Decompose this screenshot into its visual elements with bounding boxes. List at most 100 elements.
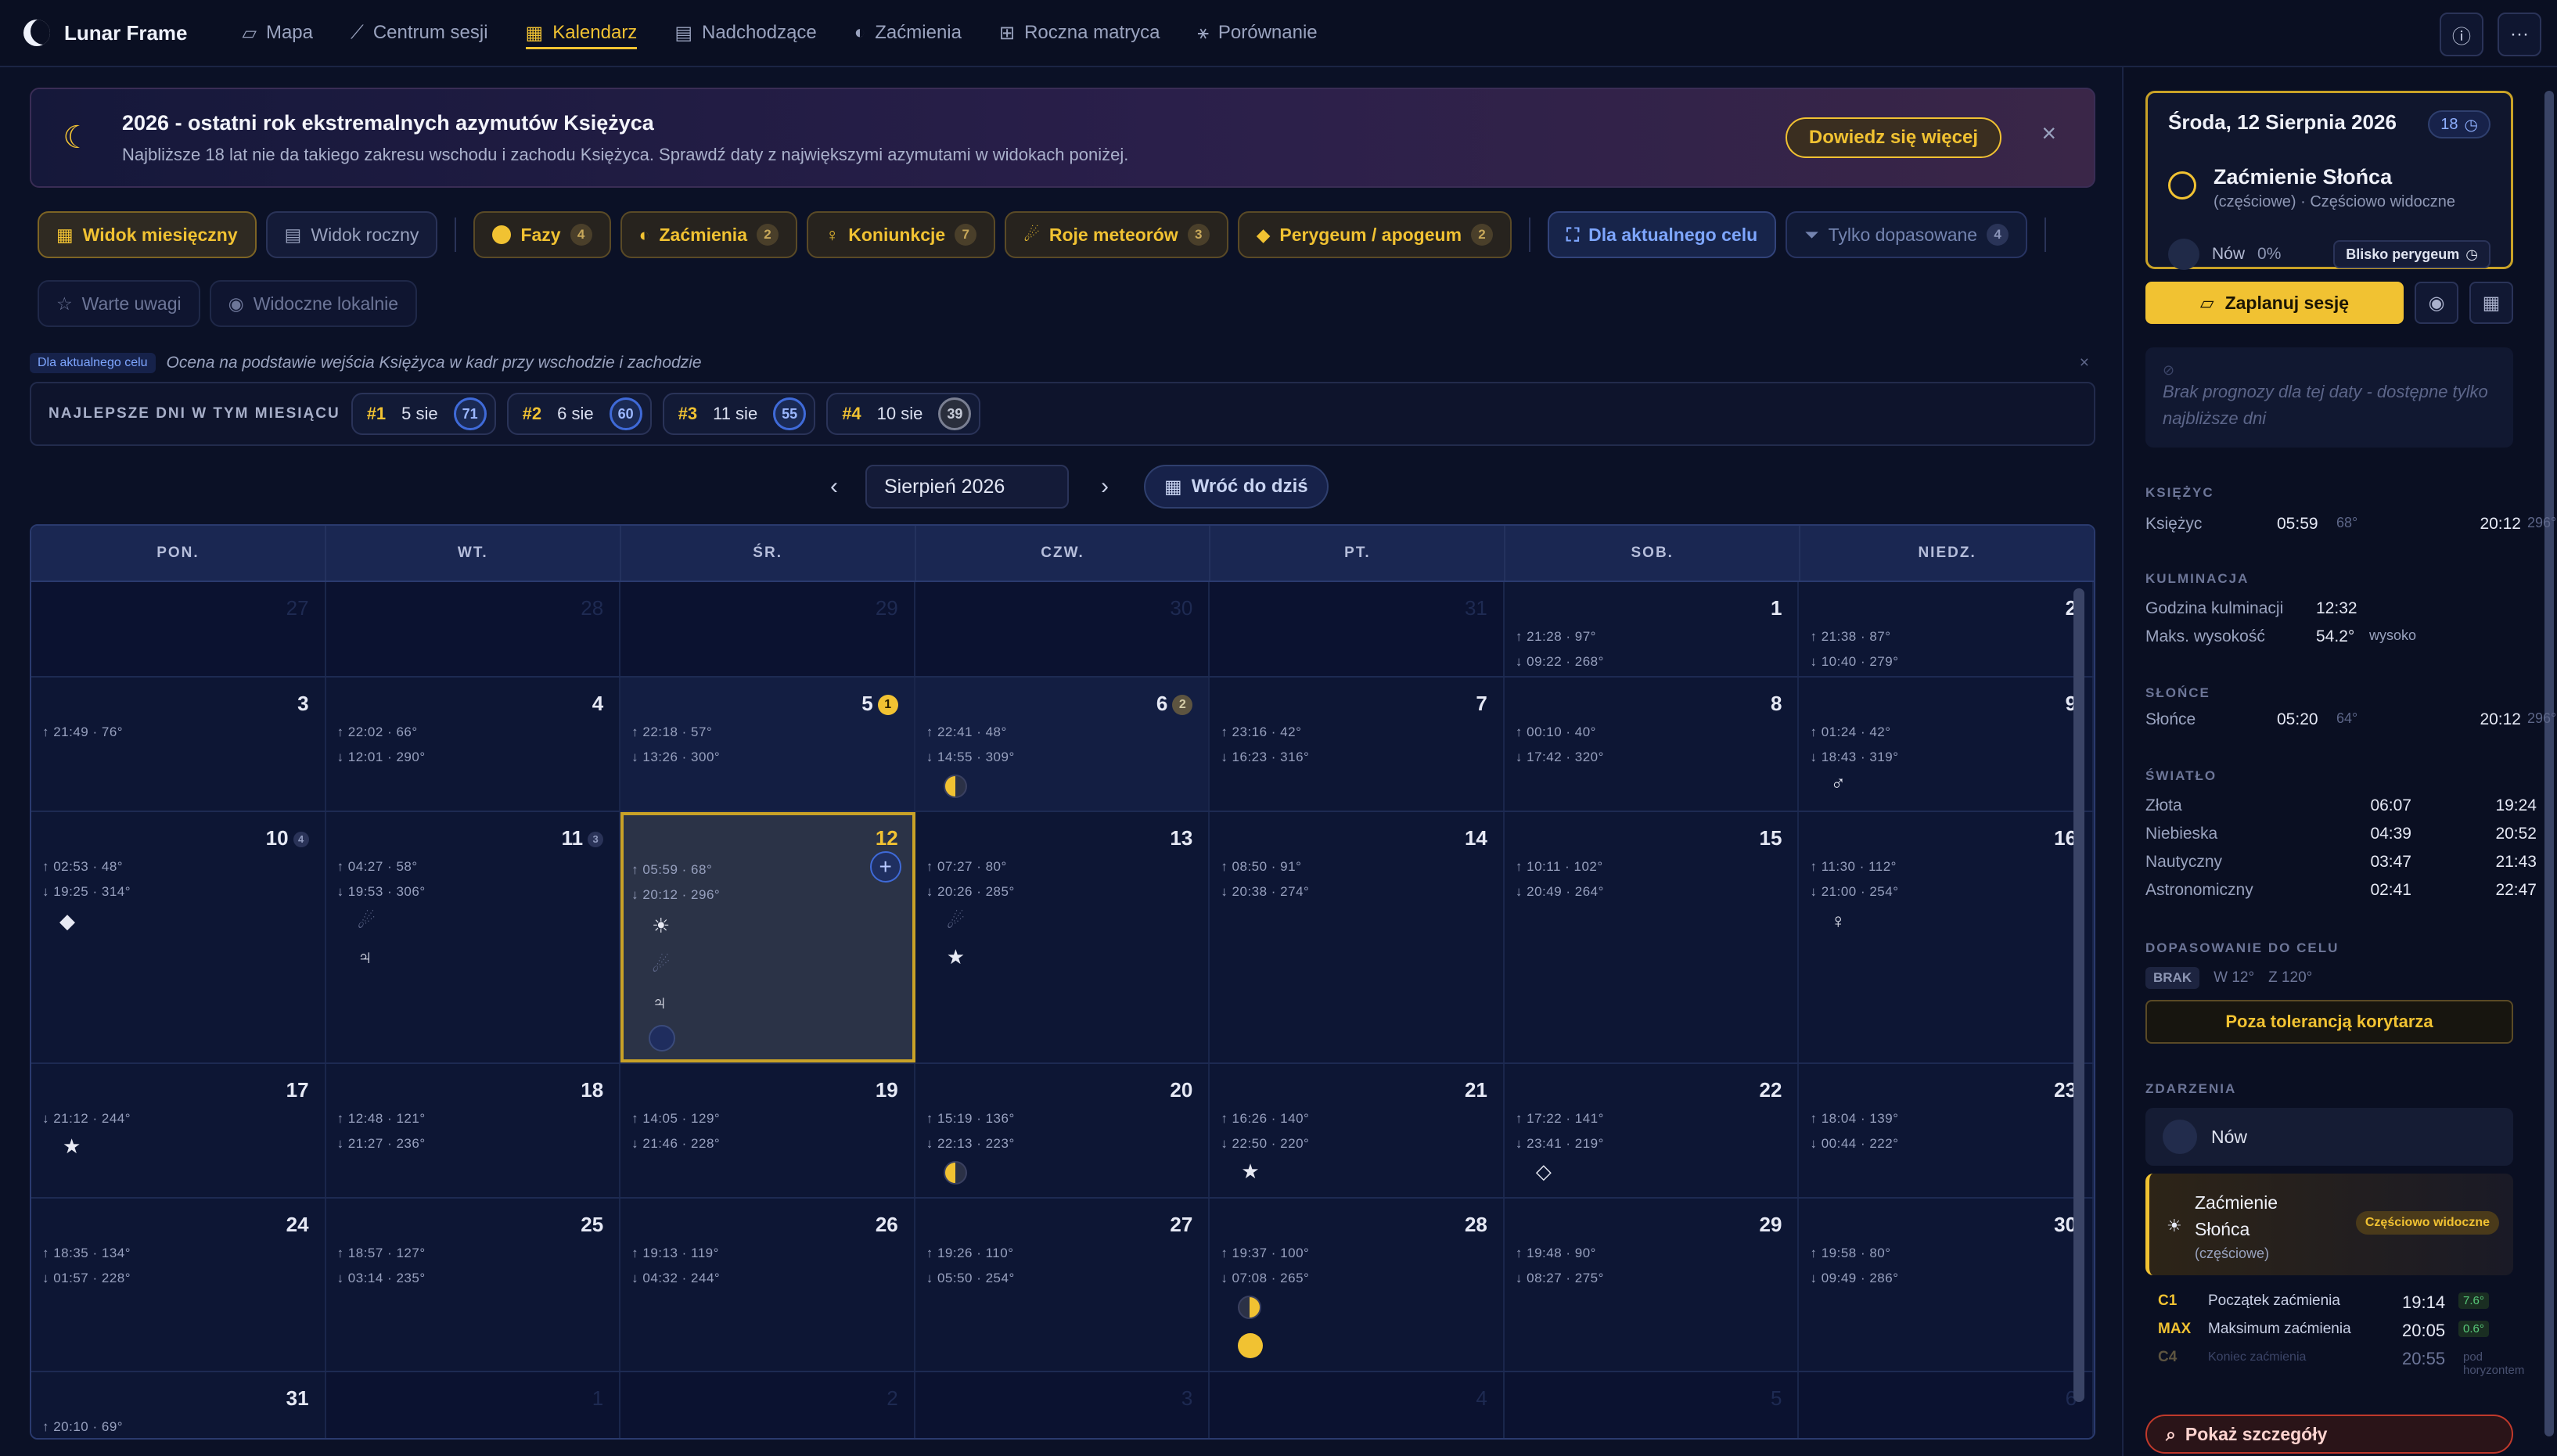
day-cell-outside: 2 — [620, 1372, 915, 1438]
add-event-button[interactable]: + — [869, 851, 901, 883]
day-cell[interactable]: 31 ↑ 20:10 · 69° — [31, 1372, 326, 1438]
day-cell[interactable]: 26 ↑ 19:13 · 119° ↓ 04:32 · 244° — [620, 1199, 915, 1371]
filter-phases[interactable]: Fazy 4 — [473, 211, 611, 258]
prev-month-icon[interactable]: ‹ — [818, 473, 850, 500]
close-context-icon[interactable]: × — [2080, 354, 2089, 372]
moonset-text: ↓ 22:13 · 223° — [926, 1136, 1015, 1151]
day-cell-selected[interactable]: 12 + ↑ 05:59 · 68° ↓ 20:12 · 296° ☀ ☄ ♃ — [620, 812, 915, 1062]
moon-times-row: Księżyc 05:59 68° 20:12 296° — [2145, 515, 2557, 533]
moonrise-text: ↑ 14:05 · 129° — [631, 1111, 721, 1126]
learn-more-button[interactable]: Dowiedz się więcej — [1785, 117, 2001, 158]
close-banner-icon[interactable]: × — [2041, 119, 2056, 148]
moon-phase-row: Nów 0% — [2168, 239, 2281, 270]
day-cell[interactable]: 20 ↑ 15:19 · 136° ↓ 22:13 · 223° — [915, 1064, 1210, 1197]
day-cell[interactable]: 3 ↑ 21:49 · 76° — [31, 678, 326, 811]
worth-attention-toggle[interactable]: ☆ Warte uwagi — [38, 280, 200, 327]
monthly-view-toggle[interactable]: ▦ Widok miesięczny — [38, 211, 257, 258]
moonrise-text: ↑ 16:26 · 140° — [1221, 1111, 1310, 1126]
filter-eclipses[interactable]: ◐ Zaćmienia 2 — [620, 211, 797, 258]
day-cell[interactable]: 18 ↑ 12:48 · 121° ↓ 21:27 · 236° — [325, 1064, 621, 1197]
day-cell[interactable]: 15 ↑ 10:11 · 102° ↓ 20:49 · 264° — [1504, 812, 1800, 1062]
event-solar-eclipse[interactable]: ☀ Zaćmienie Słońca (częściowe) Częściowo… — [2145, 1174, 2513, 1275]
calendar-week: 10 4 ↑ 02:53 · 48° ↓ 19:25 · 314° ◆ 11 3 ↑ 04:… — [31, 812, 2094, 1064]
day-cell[interactable]: 5 1 ↑ 22:18 · 57° ↓ 13:26 · 300° — [620, 678, 915, 811]
search-icon: ⌕ — [2166, 1423, 2176, 1444]
day-cell[interactable]: 6 2 ↑ 22:41 · 48° ↓ 14:55 · 309° — [915, 678, 1210, 811]
brand[interactable]: Lunar Frame — [23, 20, 188, 46]
culmination-time-row: Godzina kulminacji 12:32 — [2145, 599, 2357, 617]
best-day-chip[interactable]: #2 6 sie 60 — [506, 393, 652, 435]
day-cell[interactable]: 11 3 ↑ 04:27 · 58° ↓ 19:53 · 306° ☄ ♃ — [325, 812, 621, 1062]
next-month-icon[interactable]: › — [1089, 473, 1120, 500]
day-cell[interactable]: 7 ↑ 23:16 · 42° ↓ 16:23 · 316° — [1210, 678, 1505, 811]
best-day-chip[interactable]: #1 5 sie 71 — [351, 393, 496, 435]
day-cell[interactable]: 2 ↑ 21:38 · 87° ↓ 10:40 · 279° — [1799, 582, 2094, 676]
calendar-scrollbar[interactable] — [2073, 588, 2084, 1402]
day-cell[interactable]: 13 ↑ 07:27 · 80° ↓ 20:26 · 285° ☄ ★ — [915, 812, 1210, 1062]
moonset-text: ↓ 17:42 · 320° — [1515, 750, 1604, 764]
score-badge: 71 — [453, 397, 487, 430]
moonset-text: ↓ 18:43 · 319° — [1810, 750, 1899, 764]
locally-visible-toggle[interactable]: ◉ Widoczne lokalnie — [209, 280, 418, 327]
moonrise-text: ↑ 19:26 · 110° — [926, 1246, 1014, 1260]
current-target-toggle[interactable]: ⛶ Dla aktualnego celu — [1548, 211, 1777, 258]
best-day-chip[interactable]: #3 11 sie 55 — [662, 393, 816, 435]
day-cell[interactable]: 21 ↑ 16:26 · 140° ↓ 22:50 · 220° ★ — [1210, 1064, 1505, 1197]
outside-corridor-button[interactable]: Poza tolerancją korytarza — [2145, 1000, 2513, 1044]
nav-year-matrix[interactable]: ⊞ Roczna matryca — [999, 0, 1160, 67]
moonset-text: ↓ 22:50 · 220° — [1221, 1136, 1310, 1151]
day-cell[interactable]: 8 ↑ 00:10 · 40° ↓ 17:42 · 320° — [1504, 678, 1800, 811]
nav-calendar[interactable]: ▦ Kalendarz — [525, 0, 637, 67]
day-cell[interactable]: 10 4 ↑ 02:53 · 48° ↓ 19:25 · 314° ◆ — [31, 812, 326, 1062]
panel-scrollbar[interactable] — [2544, 91, 2554, 1436]
day-cell[interactable]: 27 ↑ 19:26 · 110° ↓ 05:50 · 254° — [915, 1199, 1210, 1371]
moonrise-text: ↑ 21:49 · 76° — [42, 724, 124, 739]
visibility-button[interactable]: ◉ — [2415, 282, 2458, 324]
day-cell[interactable]: 30 ↑ 19:58 · 80° ↓ 09:49 · 286° — [1799, 1199, 2094, 1371]
calendar-week: 3 ↑ 21:49 · 76° 4 ↑ 22:02 · 66° ↓ 12:01 · 2… — [31, 678, 2094, 812]
month-select[interactable]: Sierpień 2026 — [865, 465, 1069, 509]
help-button[interactable]: ⓘ — [2440, 13, 2483, 56]
filter-conjunctions[interactable]: ♀ Koniunkcje 7 — [806, 211, 996, 258]
astronomical-twilight-row: Astronomiczny 02:41 22:47 — [2145, 881, 2537, 899]
day-cell[interactable]: 16 ↑ 11:30 · 112° ↓ 21:00 · 254° ♀ — [1799, 812, 2094, 1062]
back-to-today-button[interactable]: ▦ Wróć do dziś — [1144, 465, 1329, 509]
app-name: Lunar Frame — [64, 20, 188, 45]
blue-hour-row: Niebieska 04:39 20:52 — [2145, 825, 2537, 843]
day-cell[interactable]: 24 ↑ 18:35 · 134° ↓ 01:57 · 228° — [31, 1199, 326, 1371]
moonrise-text: ↑ 18:35 · 134° — [42, 1246, 131, 1260]
filter-meteor-showers[interactable]: ☄ Roje meteorów 3 — [1005, 211, 1228, 258]
nav-session-center[interactable]: ⟋ Centrum sesji — [351, 0, 488, 67]
yearly-view-toggle[interactable]: ▤ Widok roczny — [265, 211, 438, 258]
day-cell[interactable]: 17 ↓ 21:12 · 244° ★ — [31, 1064, 326, 1197]
day-cell[interactable]: 22 ↑ 17:22 · 141° ↓ 23:41 · 219° ◇ — [1504, 1064, 1800, 1197]
moonset-text: ↓ 00:44 · 222° — [1810, 1136, 1899, 1151]
more-button[interactable]: ··· — [2498, 13, 2541, 56]
day-cell[interactable]: 1 ↑ 21:28 · 97° ↓ 09:22 · 268° — [1504, 582, 1800, 676]
filter-perigee-apogee[interactable]: ◆ Perygeum / apogeum 2 — [1237, 211, 1512, 258]
add-to-calendar-button[interactable]: ▦ — [2469, 282, 2513, 324]
only-matched-toggle[interactable]: ⏷ Tylko dopasowane 4 — [1786, 211, 2028, 258]
best-day-chip[interactable]: #4 10 sie 39 — [826, 393, 981, 435]
event-new-moon[interactable]: Nów — [2145, 1108, 2513, 1166]
show-details-button[interactable]: ⌕ Pokaż szczegóły — [2145, 1415, 2513, 1454]
day-cell[interactable]: 25 ↑ 18:57 · 127° ↓ 03:14 · 235° — [325, 1199, 621, 1371]
plan-session-button[interactable]: ▱ Zaplanuj sesję — [2145, 282, 2404, 324]
day-cell[interactable]: 28 ↑ 19:37 · 100° ↓ 07:08 · 265° — [1210, 1199, 1505, 1371]
day-cell-outside: 5 — [1504, 1372, 1800, 1438]
moonrise-text: ↑ 07:27 · 80° — [926, 859, 1007, 874]
day-cell-outside: 30 — [915, 582, 1210, 676]
day-cell[interactable]: 14 ↑ 08:50 · 91° ↓ 20:38 · 274° — [1210, 812, 1505, 1062]
scrollbar-thumb[interactable] — [2073, 588, 2084, 1402]
nav-eclipses[interactable]: ◐ Zaćmienia — [854, 0, 962, 67]
nav-map[interactable]: ▱ Mapa — [243, 0, 314, 67]
nav-upcoming[interactable]: ▤ Nadchodzące — [674, 0, 816, 67]
moonrise-text: ↑ 20:10 · 69° — [42, 1419, 124, 1434]
day-cell[interactable]: 29 ↑ 19:48 · 90° ↓ 08:27 · 275° — [1504, 1199, 1800, 1371]
moonset-text: ↓ 14:55 · 309° — [926, 750, 1015, 764]
day-cell[interactable]: 9 ↑ 01:24 · 42° ↓ 18:43 · 319° ♂ — [1799, 678, 2094, 811]
day-cell[interactable]: 4 ↑ 22:02 · 66° ↓ 12:01 · 290° — [325, 678, 621, 811]
nav-compare[interactable]: ⚹ Porównanie — [1197, 0, 1317, 67]
day-cell[interactable]: 19 ↑ 14:05 · 129° ↓ 21:46 · 228° — [620, 1064, 915, 1197]
day-cell[interactable]: 23 ↑ 18:04 · 139° ↓ 00:44 · 222° — [1799, 1064, 2094, 1197]
